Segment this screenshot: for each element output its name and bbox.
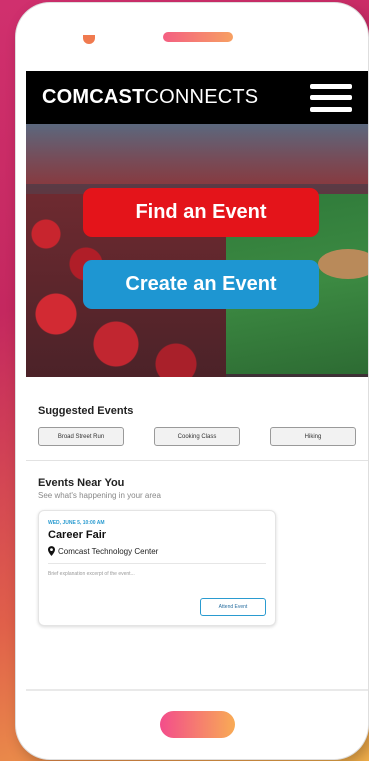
- event-title: Career Fair: [48, 529, 107, 541]
- chip-cooking-class[interactable]: Cooking Class: [154, 427, 240, 446]
- brand-regular: CONNECTS: [144, 86, 259, 108]
- brand-logo[interactable]: COMCASTCONNECTS: [42, 86, 258, 109]
- chip-hiking[interactable]: Hiking: [270, 427, 356, 446]
- camera-icon: [83, 35, 95, 44]
- map-pin-icon: [48, 546, 55, 556]
- suggested-events-section: Suggested Events Broad Street Run Cookin…: [26, 405, 368, 446]
- app-screen: COMCASTCONNECTS Find an Event Create an …: [26, 71, 368, 691]
- hero-banner: Find an Event Create an Event: [26, 124, 368, 377]
- events-near-subtitle: See what's happening in your area: [38, 491, 161, 500]
- card-divider: [48, 563, 266, 564]
- chip-broad-street-run[interactable]: Broad Street Run: [38, 427, 124, 446]
- event-description: Brief explanation excerpt of the event..…: [48, 571, 135, 577]
- events-near-section: Events Near You See what's happening in …: [26, 477, 368, 626]
- create-event-button[interactable]: Create an Event: [83, 260, 319, 309]
- stadium-stands-image: [26, 124, 368, 184]
- brand-bold: COMCAST: [42, 86, 145, 108]
- suggested-events-title: Suggested Events: [38, 405, 134, 417]
- top-navbar: COMCASTCONNECTS: [26, 71, 368, 124]
- home-button[interactable]: [160, 711, 235, 738]
- event-location-text: Comcast Technology Center: [58, 546, 159, 556]
- phone-frame: COMCASTCONNECTS Find an Event Create an …: [16, 3, 368, 759]
- events-near-title: Events Near You: [38, 477, 125, 489]
- speaker-grill: [163, 32, 233, 42]
- find-event-button[interactable]: Find an Event: [83, 188, 319, 237]
- section-divider: [26, 460, 368, 461]
- suggested-chips: Broad Street Run Cooking Class Hiking: [38, 427, 356, 446]
- event-location: Comcast Technology Center: [48, 546, 266, 556]
- event-card[interactable]: WED, JUNE 5, 10:00 AM Career Fair Comcas…: [38, 510, 276, 626]
- screen-bottom-rule: [26, 689, 368, 691]
- event-date: WED, JUNE 5, 10:00 AM: [48, 520, 105, 526]
- hamburger-menu-icon[interactable]: [310, 83, 352, 112]
- attend-event-button[interactable]: Attend Event: [200, 598, 266, 616]
